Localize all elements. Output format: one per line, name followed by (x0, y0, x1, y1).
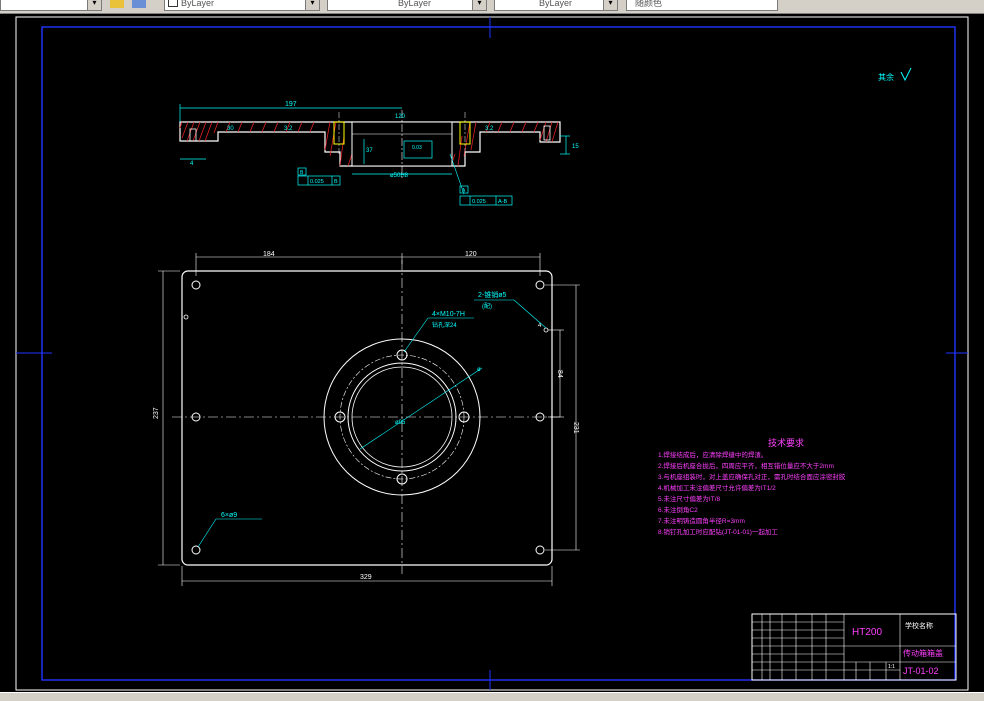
clearance-hole-callout: 6×ø9 (197, 512, 262, 548)
svg-text:钻孔深24: 钻孔深24 (432, 321, 457, 329)
title-school: 学校名称 (905, 621, 933, 630)
taper-pin-callout: 2-锥销ø5 (配) (474, 290, 547, 329)
svg-text:0.025: 0.025 (472, 199, 486, 205)
tech-req-title: 技术要求 (768, 437, 804, 448)
dim-231: 231 (572, 422, 579, 434)
svg-text:6×ø9: 6×ø9 (221, 512, 237, 519)
tech-req-item-1: 1.焊接结成后，应清除焊缝中的焊渣。 (658, 450, 767, 459)
rough-left: 3.2 (284, 126, 293, 132)
dim-dia-small: ø95 (395, 420, 406, 426)
drawing-canvas[interactable]: 其余 197 120 3.2 30 4 15 37 3.2 ø50H8 0.03… (0, 14, 984, 692)
centering-marks (16, 17, 968, 690)
dim-329: 329 (360, 574, 372, 581)
sheet-outer-border (15, 16, 969, 691)
color-swatch-icon (168, 0, 178, 7)
tech-req-item-6: 6.未注倒角C2 (658, 505, 698, 514)
plan-view: ø95 ø 184 120 329 237 231 84 4 2-锥销ø5 (配… (153, 251, 580, 586)
linetype-combo-value: ByLayer (181, 0, 215, 8)
svg-text:B: B (334, 179, 338, 185)
title-part-name: 传动箱箱盖 (903, 648, 943, 658)
svg-text:4×M10-7H: 4×M10-7H (432, 311, 465, 318)
dim-dia-big: ø (477, 367, 481, 373)
plotstyle-combo[interactable]: ByLayer ▾ (494, 0, 618, 11)
section-view: 197 120 3.2 30 4 15 37 3.2 ø50H8 0.03 B … (179, 101, 579, 206)
title-drawing-no: JT-01-02 (903, 666, 939, 676)
tapped-hole-callout: 4×M10-7H 钻孔深24 (403, 311, 474, 353)
lineweight-combo-value: ByLayer (398, 0, 432, 8)
chevron-down-icon: ▾ (87, 0, 101, 10)
svg-text:2-锥销ø5: 2-锥销ø5 (478, 290, 506, 299)
svg-text:A-B: A-B (498, 199, 508, 205)
sheet-inner-frame (41, 26, 956, 681)
tech-req-item-8: 8.销钉孔加工时应配钻(JT-01-01)一起加工 (658, 527, 778, 536)
status-bar (0, 692, 984, 701)
linetype-combo[interactable]: ByLayer ▾ (164, 0, 320, 11)
datum-a: A (459, 185, 469, 194)
dim-84: 84 (556, 370, 563, 378)
fcf-right: 0.025 A-B (449, 153, 513, 206)
plot-style-combo[interactable]: 随颜色 (626, 0, 778, 11)
dim-197: 197 (285, 101, 297, 108)
layer-stack-icon[interactable] (132, 0, 146, 8)
plotstyle-combo-value: ByLayer (539, 0, 573, 8)
chevron-down-icon: ▾ (305, 0, 319, 10)
datum-b: B (297, 167, 307, 176)
technical-requirements: 技术要求 1.焊接结成后，应清除焊缝中的焊渣。 2.焊接后机座合拢后，四周应平齐… (658, 437, 846, 536)
tech-req-item-7: 7.未注明铸造圆角半径R=3mm (658, 516, 745, 525)
title-material: HT200 (852, 627, 882, 638)
chevron-down-icon: ▾ (472, 0, 486, 10)
properties-toolbar: ▾ ByLayer ▾ ByLayer ▾ ByLayer ▾ 随颜色 (0, 0, 984, 14)
dim-30: 30 (227, 126, 234, 132)
tech-req-item-5: 5.未注尺寸偏差为IT/8 (658, 494, 721, 503)
dim-237: 237 (153, 407, 160, 419)
chevron-down-icon: ▾ (603, 0, 617, 10)
dim-37: 37 (366, 148, 373, 154)
dim-4-left: 4 (190, 161, 194, 167)
svg-text:其余: 其余 (878, 72, 894, 82)
dim-120: 120 (395, 114, 406, 120)
svg-text:0.025: 0.025 (310, 179, 324, 185)
fcf-center: 0.03 (412, 145, 422, 151)
bore-label: ø50H8 (390, 173, 409, 179)
dim-15: 15 (572, 144, 579, 150)
dim-184: 184 (263, 251, 275, 258)
svg-text:(配): (配) (482, 303, 492, 310)
tech-req-item-4: 4.机械加工未注偏差尺寸允许偏差为IT1/2 (658, 483, 776, 492)
layer-icon[interactable] (110, 0, 124, 8)
dim-120-plan: 120 (465, 251, 477, 258)
lineweight-combo[interactable]: ByLayer ▾ (327, 0, 487, 11)
surface-finish-mark: 其余 (878, 67, 912, 82)
rough-right: 3.2 (485, 126, 494, 132)
tech-req-item-2: 2.焊接后机座合拢后，四周应平齐，相互错位量应不大于2mm (658, 461, 834, 470)
title-scale: 1:1 (888, 664, 895, 670)
plot-style-combo-value: 随颜色 (635, 0, 663, 8)
tech-req-item-3: 3.与机座组装时，对上盖应确保孔对正，需孔时结合面应涂密封胶 (658, 472, 846, 481)
color-combo[interactable]: ▾ (0, 0, 102, 11)
title-block: HT200 学校名称 传动箱箱盖 JT-01-02 1:1 (751, 613, 957, 681)
fcf-left: 0.025 B (297, 175, 341, 186)
